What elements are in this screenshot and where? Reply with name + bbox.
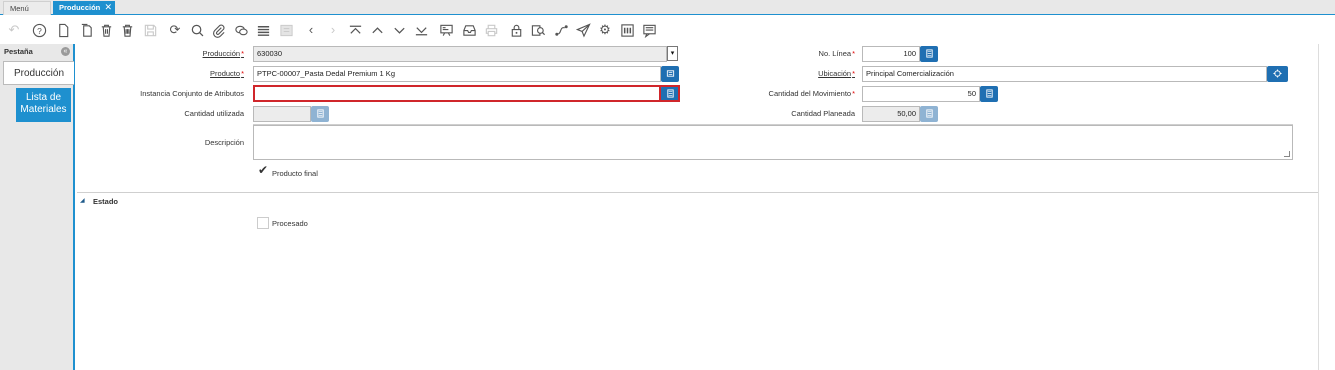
previous-icon[interactable] bbox=[368, 21, 386, 39]
attachment-icon[interactable] bbox=[209, 21, 227, 39]
help-icon[interactable]: ? bbox=[30, 21, 48, 39]
tab-side-panel: Pestaña « Producción Lista de Materiales bbox=[0, 44, 75, 370]
find-icon[interactable] bbox=[188, 21, 206, 39]
side-tab-produccion[interactable]: Producción bbox=[3, 61, 74, 85]
customize-icon[interactable] bbox=[618, 21, 636, 39]
tab-produccion-label: Producción bbox=[59, 3, 101, 12]
collapse-triangle-icon[interactable]: ◢ bbox=[80, 197, 85, 204]
cantidad-utilizada-label: Cantidad utilizada bbox=[184, 109, 244, 118]
undo-icon[interactable]: ↶ bbox=[5, 21, 23, 39]
toolbar: ↶ ? ⟳ ‹ › ⚙ bbox=[0, 16, 1335, 44]
no-linea-label: No. Línea* bbox=[818, 49, 855, 58]
produccion-dropdown-icon[interactable]: ▾ bbox=[667, 46, 678, 61]
first-record-icon[interactable] bbox=[346, 21, 364, 39]
window-tab-bar: Menú (35) Producción ✕ bbox=[0, 0, 1335, 26]
delete-icon[interactable] bbox=[97, 21, 115, 39]
tab-produccion[interactable]: Producción ✕ bbox=[53, 1, 115, 15]
producto-final-label: Producto final bbox=[272, 169, 318, 178]
close-icon[interactable]: ✕ bbox=[104, 1, 112, 14]
cantidad-utilizada-field[interactable] bbox=[253, 106, 311, 122]
cantidad-utilizada-calculator-icon[interactable] bbox=[311, 106, 329, 122]
grid-toggle-icon[interactable] bbox=[254, 21, 272, 39]
cantidad-planeada-field[interactable]: 50,00 bbox=[862, 106, 920, 122]
archive-icon[interactable] bbox=[460, 21, 478, 39]
section-divider bbox=[77, 192, 1318, 193]
previous-record-icon[interactable]: ‹ bbox=[302, 21, 320, 39]
new-icon[interactable] bbox=[54, 21, 72, 39]
producto-final-checkbox[interactable]: ✔ bbox=[257, 163, 269, 178]
cantidad-planeada-calculator-icon[interactable] bbox=[920, 106, 938, 122]
vertical-scrollbar[interactable] bbox=[1318, 44, 1335, 370]
parent-record-icon[interactable] bbox=[277, 21, 295, 39]
post-it-icon[interactable] bbox=[640, 21, 658, 39]
zoom-across-icon[interactable] bbox=[529, 21, 547, 39]
next-icon[interactable] bbox=[390, 21, 408, 39]
copy-icon[interactable] bbox=[77, 21, 95, 39]
print-icon[interactable] bbox=[482, 21, 500, 39]
send-icon[interactable] bbox=[574, 21, 592, 39]
no-linea-calculator-icon[interactable] bbox=[920, 46, 938, 62]
save-icon[interactable] bbox=[141, 21, 159, 39]
producto-label[interactable]: Producto* bbox=[210, 69, 244, 78]
refresh-icon[interactable]: ⟳ bbox=[166, 21, 184, 39]
no-linea-field[interactable]: 100 bbox=[862, 46, 920, 62]
cantidad-planeada-label: Cantidad Planeada bbox=[791, 109, 855, 118]
instancia-error-border bbox=[661, 85, 680, 102]
report-icon[interactable] bbox=[437, 21, 455, 39]
producto-search-icon[interactable] bbox=[661, 66, 679, 82]
process-icon[interactable]: ⚙ bbox=[596, 21, 614, 39]
delete-selection-icon[interactable] bbox=[118, 21, 136, 39]
instancia-label: Instancia Conjunto de Atributos bbox=[140, 89, 244, 98]
instancia-field[interactable] bbox=[253, 85, 661, 102]
produccion-field[interactable]: 630030 bbox=[253, 46, 667, 62]
produccion-label[interactable]: Producción* bbox=[203, 49, 244, 58]
svg-text:?: ? bbox=[37, 26, 42, 36]
tab-menu[interactable]: Menú (35) bbox=[3, 1, 51, 26]
resize-handle-icon[interactable] bbox=[1284, 151, 1290, 157]
ubicacion-label[interactable]: Ubicación* bbox=[818, 69, 855, 78]
workflow-icon[interactable] bbox=[552, 21, 570, 39]
ubicacion-field[interactable]: Principal Comercialización bbox=[862, 66, 1267, 82]
estado-section-title[interactable]: Estado bbox=[93, 197, 118, 206]
cantidad-movimiento-calculator-icon[interactable] bbox=[980, 86, 998, 102]
last-record-icon[interactable] bbox=[412, 21, 430, 39]
descripcion-textarea[interactable] bbox=[253, 125, 1293, 160]
chat-icon[interactable] bbox=[232, 21, 250, 39]
producto-field[interactable]: PTPC-00007_Pasta Dedal Premium 1 Kg bbox=[253, 66, 661, 82]
descripcion-label: Descripción bbox=[204, 138, 244, 147]
lock-icon[interactable] bbox=[507, 21, 525, 39]
side-panel-title: Pestaña bbox=[4, 47, 33, 56]
procesado-checkbox[interactable] bbox=[257, 217, 269, 229]
side-tab-lista-materiales[interactable]: Lista de Materiales bbox=[16, 88, 71, 122]
procesado-label: Procesado bbox=[272, 219, 308, 228]
ubicacion-locator-icon[interactable] bbox=[1267, 66, 1288, 82]
collapse-icon[interactable]: « bbox=[61, 47, 70, 56]
cantidad-movimiento-field[interactable]: 50 bbox=[862, 86, 980, 102]
next-record-icon[interactable]: › bbox=[324, 21, 342, 39]
cantidad-movimiento-label: Cantidad del Movimiento* bbox=[768, 89, 855, 98]
checkmark-icon: ✔ bbox=[258, 163, 269, 177]
